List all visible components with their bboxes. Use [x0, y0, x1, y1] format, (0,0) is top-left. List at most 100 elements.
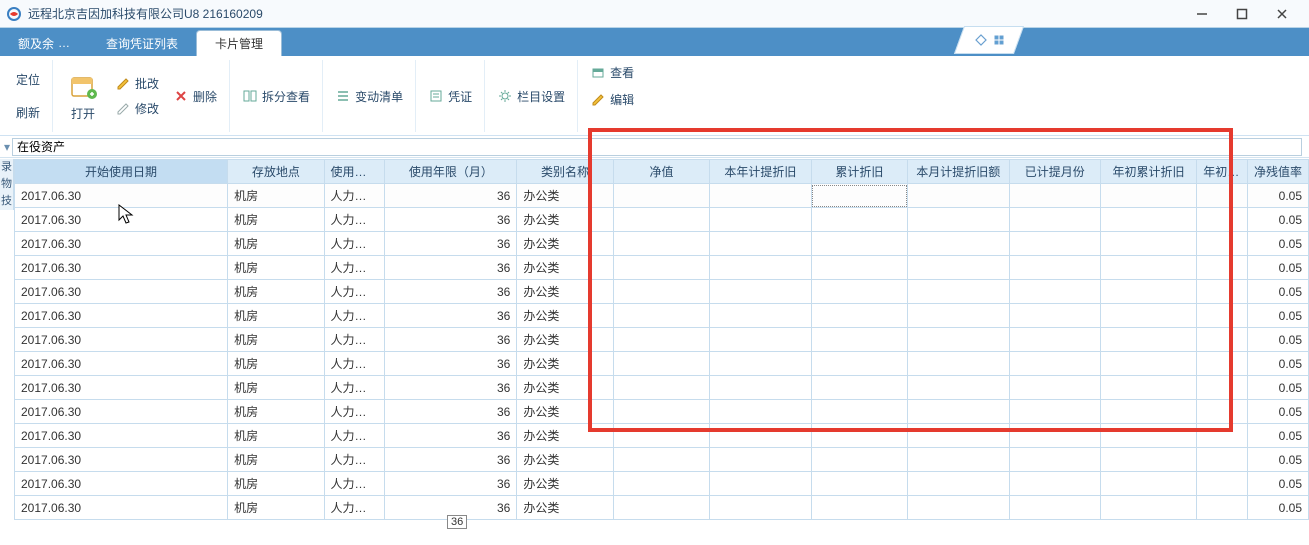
- cell-yearStartAccum[interactable]: [1100, 376, 1196, 400]
- cell-yearStartOrig[interactable]: [1197, 400, 1248, 424]
- split-view-button[interactable]: 拆分查看: [238, 86, 314, 107]
- cell-dept[interactable]: 人力行…: [324, 400, 385, 424]
- table-row[interactable]: 2017.06.30机房人力行…36办公类0.05: [15, 352, 1309, 376]
- cell-netValue[interactable]: [613, 472, 709, 496]
- cell-location[interactable]: 机房: [228, 496, 324, 520]
- table-row[interactable]: 2017.06.30机房人力行…36办公类0.05: [15, 304, 1309, 328]
- cell-dept[interactable]: 人力行…: [324, 496, 385, 520]
- cell-salvageRate[interactable]: 0.05: [1248, 280, 1309, 304]
- cell-netValue[interactable]: [613, 448, 709, 472]
- cell-lifeMonths[interactable]: 36: [385, 304, 517, 328]
- cell-netValue[interactable]: [613, 184, 709, 208]
- cell-accumDepr[interactable]: [811, 328, 907, 352]
- cell-accumDepr[interactable]: [811, 376, 907, 400]
- table-row[interactable]: 2017.06.30机房人力行…36办公类0.05: [15, 208, 1309, 232]
- cell-yearStartOrig[interactable]: [1197, 472, 1248, 496]
- cell-deprMonths[interactable]: [1009, 448, 1100, 472]
- cell-startDate[interactable]: 2017.06.30: [15, 376, 228, 400]
- cell-accumDepr[interactable]: [811, 424, 907, 448]
- cell-yearDepr[interactable]: [710, 184, 811, 208]
- cell-lifeMonths[interactable]: 36: [385, 448, 517, 472]
- cell-yearStartAccum[interactable]: [1100, 280, 1196, 304]
- batch-edit-button[interactable]: 批改: [111, 73, 163, 94]
- column-header-monthDepr[interactable]: 本月计提折旧额: [908, 160, 1009, 184]
- table-row[interactable]: 2017.06.30机房人力行…36办公类0.05: [15, 232, 1309, 256]
- cell-location[interactable]: 机房: [228, 256, 324, 280]
- cell-location[interactable]: 机房: [228, 184, 324, 208]
- cell-lifeMonths[interactable]: 36: [385, 256, 517, 280]
- cell-yearStartAccum[interactable]: [1100, 352, 1196, 376]
- cell-netValue[interactable]: [613, 496, 709, 520]
- cell-salvageRate[interactable]: 0.05: [1248, 472, 1309, 496]
- cell-dept[interactable]: 人力行…: [324, 352, 385, 376]
- table-row[interactable]: 2017.06.30机房人力行…36办公类0.05: [15, 496, 1309, 520]
- cell-yearDepr[interactable]: [710, 400, 811, 424]
- table-row[interactable]: 2017.06.30机房人力行…36办公类0.05: [15, 280, 1309, 304]
- maximize-button[interactable]: [1231, 4, 1253, 24]
- cell-deprMonths[interactable]: [1009, 208, 1100, 232]
- cell-category[interactable]: 办公类: [517, 304, 613, 328]
- cell-lifeMonths[interactable]: 36: [385, 184, 517, 208]
- cell-deprMonths[interactable]: [1009, 376, 1100, 400]
- cell-location[interactable]: 机房: [228, 328, 324, 352]
- cell-startDate[interactable]: 2017.06.30: [15, 208, 228, 232]
- column-header-accumDepr[interactable]: 累计折旧: [811, 160, 907, 184]
- column-header-yearStartAccum[interactable]: 年初累计折旧: [1100, 160, 1196, 184]
- table-row[interactable]: 2017.06.30机房人力行…36办公类0.05: [15, 472, 1309, 496]
- cell-location[interactable]: 机房: [228, 424, 324, 448]
- cell-startDate[interactable]: 2017.06.30: [15, 232, 228, 256]
- cell-yearStartAccum[interactable]: [1100, 496, 1196, 520]
- cell-lifeMonths[interactable]: 36: [385, 208, 517, 232]
- cell-yearStartOrig[interactable]: [1197, 328, 1248, 352]
- cell-accumDepr[interactable]: [811, 400, 907, 424]
- cell-lifeMonths[interactable]: 36: [385, 232, 517, 256]
- cell-yearStartOrig[interactable]: [1197, 280, 1248, 304]
- cell-salvageRate[interactable]: 0.05: [1248, 232, 1309, 256]
- close-button[interactable]: [1271, 4, 1293, 24]
- cell-yearDepr[interactable]: [710, 496, 811, 520]
- data-grid[interactable]: 开始使用日期存放地点使用部门使用年限（月）类别名称净值本年计提折旧累计折旧本月计…: [14, 159, 1309, 545]
- cell-yearStartOrig[interactable]: [1197, 424, 1248, 448]
- column-header-yearDepr[interactable]: 本年计提折旧: [710, 160, 811, 184]
- cell-yearDepr[interactable]: [710, 232, 811, 256]
- cell-accumDepr[interactable]: [811, 184, 907, 208]
- cell-monthDepr[interactable]: [908, 208, 1009, 232]
- filter-dropdown-icon[interactable]: ▾: [2, 140, 12, 154]
- cell-netValue[interactable]: [613, 208, 709, 232]
- cell-accumDepr[interactable]: [811, 304, 907, 328]
- cell-yearDepr[interactable]: [710, 280, 811, 304]
- cell-location[interactable]: 机房: [228, 280, 324, 304]
- cell-accumDepr[interactable]: [811, 472, 907, 496]
- cell-netValue[interactable]: [613, 328, 709, 352]
- cell-monthDepr[interactable]: [908, 256, 1009, 280]
- column-header-dept[interactable]: 使用部门: [324, 160, 385, 184]
- cell-monthDepr[interactable]: [908, 448, 1009, 472]
- cell-yearStartAccum[interactable]: [1100, 424, 1196, 448]
- cell-yearStartOrig[interactable]: [1197, 232, 1248, 256]
- cell-startDate[interactable]: 2017.06.30: [15, 352, 228, 376]
- cell-yearStartAccum[interactable]: [1100, 232, 1196, 256]
- tab-balance[interactable]: 额及余…: [0, 30, 88, 56]
- cell-lifeMonths[interactable]: 36: [385, 352, 517, 376]
- cell-location[interactable]: 机房: [228, 472, 324, 496]
- cell-deprMonths[interactable]: [1009, 232, 1100, 256]
- cell-netValue[interactable]: [613, 424, 709, 448]
- cell-deprMonths[interactable]: [1009, 280, 1100, 304]
- cell-monthDepr[interactable]: [908, 280, 1009, 304]
- cell-dept[interactable]: 人力行…: [324, 424, 385, 448]
- cell-category[interactable]: 办公类: [517, 256, 613, 280]
- table-row[interactable]: 2017.06.30机房人力行…36办公类0.05: [15, 376, 1309, 400]
- cell-salvageRate[interactable]: 0.05: [1248, 184, 1309, 208]
- cell-category[interactable]: 办公类: [517, 400, 613, 424]
- cell-accumDepr[interactable]: [811, 496, 907, 520]
- edit-button[interactable]: 编辑: [586, 89, 638, 110]
- cell-netValue[interactable]: [613, 376, 709, 400]
- cell-dept[interactable]: 人力行…: [324, 232, 385, 256]
- cell-monthDepr[interactable]: [908, 376, 1009, 400]
- cell-monthDepr[interactable]: [908, 328, 1009, 352]
- cell-category[interactable]: 办公类: [517, 280, 613, 304]
- column-header-category[interactable]: 类别名称: [517, 160, 613, 184]
- cell-lifeMonths[interactable]: 36: [385, 328, 517, 352]
- cell-location[interactable]: 机房: [228, 352, 324, 376]
- cell-location[interactable]: 机房: [228, 448, 324, 472]
